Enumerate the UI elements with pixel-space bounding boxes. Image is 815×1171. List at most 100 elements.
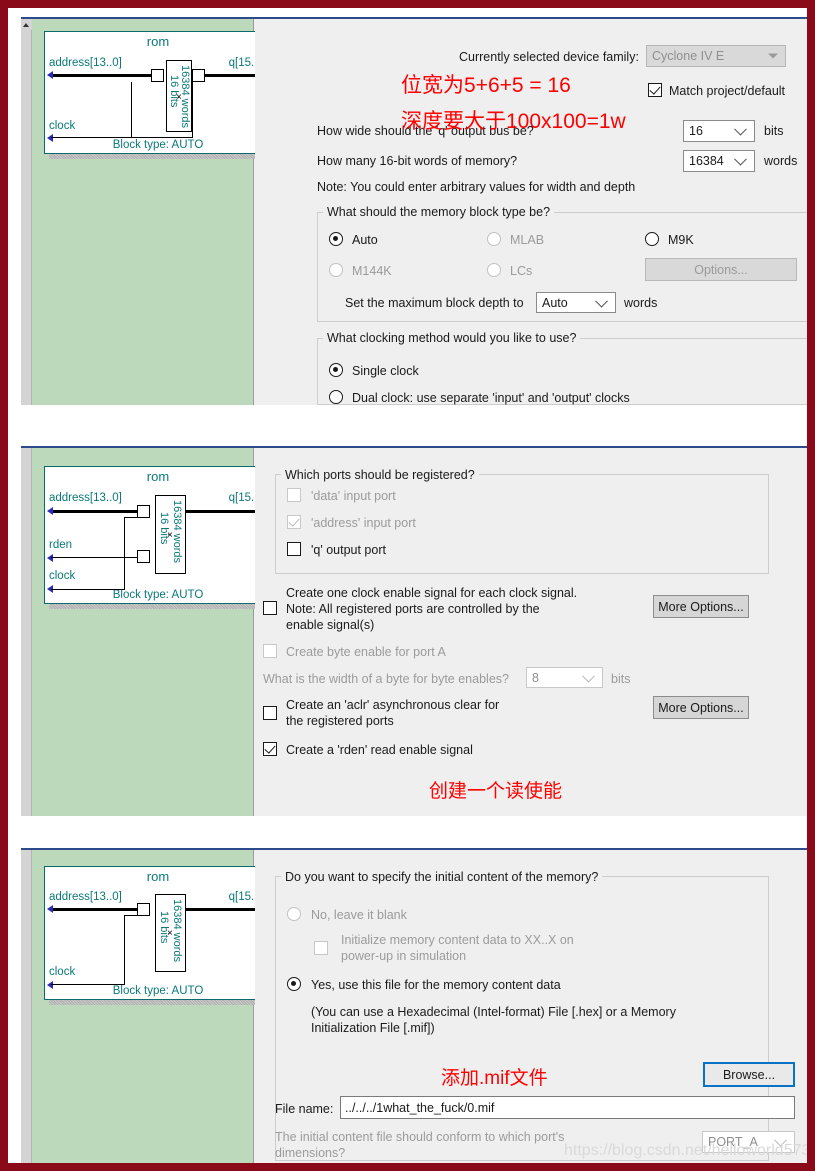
arbitrary-values-note: Note: You could enter arbitrary values f… (317, 180, 636, 194)
block-type-m144k-radio[interactable] (329, 263, 343, 277)
memory-core-box: 16 bits 16384 words × (155, 495, 186, 574)
rden-checkbox[interactable] (263, 742, 277, 756)
clock-enable-more-options-button[interactable]: More Options... (653, 595, 749, 618)
symbol-block-type: Block type: AUTO (112, 139, 204, 151)
output-width-combo[interactable]: 16 (683, 120, 755, 142)
panel1-form-area: Currently selected device family: Cyclon… (255, 19, 807, 405)
output-width-value: 16 (689, 124, 703, 138)
memory-block-type-group-title: What should the memory block type be? (323, 205, 555, 219)
aclr-line1: Create an 'aclr' asynchronous clear for (286, 698, 500, 712)
page-root: rom address[13..0] q[15..0] clock Block … (8, 8, 807, 1163)
max-block-depth-label: Set the maximum block depth to (345, 296, 524, 310)
rden-wire (51, 557, 137, 558)
panel1-scrollbar[interactable] (21, 19, 32, 405)
file-name-input[interactable]: ../../../1what_the_fuck/0.mif (340, 1096, 795, 1119)
block-type-mlab-radio[interactable] (487, 232, 501, 246)
dual-clock-label: Dual clock: use separate 'input' and 'ou… (352, 391, 630, 405)
chevron-down-icon (734, 152, 747, 166)
panel2-scrollbar[interactable] (21, 448, 32, 816)
memory-depth-value: 16384 (689, 154, 724, 168)
panel3-scrollbar[interactable] (21, 850, 32, 1163)
symbol-body: rom address[13..0] q[15..0] rden clock B… (44, 466, 272, 604)
clocking-method-group-title: What clocking method would you like to u… (323, 331, 581, 345)
scroll-up-arrow-icon[interactable] (21, 19, 32, 30)
address-port-checkbox[interactable] (287, 515, 301, 529)
aclr-more-options-button[interactable]: More Options... (653, 696, 749, 719)
panel1-preview-area: rom address[13..0] q[15..0] clock Block … (21, 19, 277, 405)
max-block-depth-value: Auto (542, 295, 568, 310)
device-family-label: Currently selected device family: (459, 50, 639, 64)
clock-wire (51, 589, 124, 590)
max-block-depth-combo[interactable]: Auto (536, 292, 616, 313)
block-type-auto-radio[interactable] (329, 232, 343, 246)
wizard-panel-page-1: rom address[13..0] q[15..0] clock Block … (21, 17, 807, 405)
symbol-title: rom (146, 469, 170, 484)
address-arrow-icon (47, 905, 53, 913)
byte-width-value: 8 (532, 670, 539, 685)
single-clock-radio[interactable] (329, 363, 343, 377)
port-label-address: address[13..0] (49, 57, 122, 69)
clock-arrow-icon (47, 134, 53, 142)
device-family-value: Cyclone IV E (652, 49, 725, 63)
memory-core-box: 16 bits 16384 words × (155, 894, 186, 972)
data-port-label: 'data' input port (311, 489, 396, 503)
dual-clock-radio[interactable] (329, 390, 343, 404)
clock-feed-vertical (124, 915, 125, 985)
address-register-mux (137, 903, 150, 916)
clock-enable-checkbox[interactable] (263, 601, 277, 615)
data-port-checkbox[interactable] (287, 488, 301, 502)
init-xx-line2: power-up in simulation (341, 949, 467, 963)
browse-button[interactable]: Browse... (703, 1062, 795, 1087)
address-arrow-icon (47, 507, 53, 515)
symbol-body: rom address[13..0] q[15..0] clock Block … (44, 866, 272, 1000)
q-bus-wire (176, 510, 267, 513)
single-clock-label: Single clock (352, 364, 419, 378)
block-type-options-button[interactable]: Options... (645, 258, 797, 281)
device-family-combo[interactable]: Cyclone IV E (646, 45, 786, 67)
chevron-down-icon (768, 53, 778, 59)
q-port-checkbox[interactable] (287, 542, 301, 556)
q-port-label: 'q' output port (311, 543, 386, 557)
block-type-lcs-label: LCs (510, 264, 533, 278)
aclr-checkbox[interactable] (263, 706, 277, 720)
core-x-marker-icon: × (167, 530, 173, 541)
symbol-block-type: Block type: AUTO (112, 985, 204, 997)
q-mux-vertical (192, 82, 193, 138)
core-x-marker-icon: × (176, 92, 182, 103)
port-label-address: address[13..0] (49, 492, 122, 504)
depth-unit-label: words (764, 154, 798, 168)
byte-width-unit: bits (611, 672, 631, 686)
byte-enable-checkbox[interactable] (263, 644, 277, 658)
aclr-line2: the registered ports (286, 714, 394, 728)
memory-core-box: 16 bits 16384 words × (166, 60, 192, 132)
file-name-label: File name: (275, 1102, 334, 1116)
panel2-form-area: Which ports should be registered? 'data'… (255, 448, 807, 816)
byte-width-combo[interactable]: 8 (526, 667, 603, 688)
address-bus-wire (51, 510, 137, 513)
blog-watermark: https://blog.csdn.net/helloworld573 (564, 1142, 807, 1159)
q-register-mux (192, 69, 205, 82)
chevron-down-icon (734, 122, 747, 136)
conform-line2: dimensions? (275, 1146, 346, 1160)
address-register-mux (137, 505, 150, 518)
match-project-label: Match project/default (669, 84, 786, 98)
init-xx-line1: Initialize memory content data to XX..X … (341, 933, 574, 947)
rden-register-mux (137, 550, 150, 563)
symbol-block-type: Block type: AUTO (112, 589, 204, 601)
memory-depth-combo[interactable]: 16384 (683, 150, 755, 172)
block-type-m9k-radio[interactable] (645, 232, 659, 246)
initial-content-group-title: Do you want to specify the initial conte… (281, 870, 603, 884)
match-project-checkbox[interactable] (648, 83, 662, 97)
clock-feed-vertical (131, 82, 132, 138)
yes-use-file-radio[interactable] (287, 977, 301, 991)
annotation-read-enable: 创建一个读使能 (429, 781, 563, 802)
block-type-lcs-radio[interactable] (487, 263, 501, 277)
file-format-hint-line2: Initialization File [.mif]) (311, 1021, 435, 1035)
no-blank-radio[interactable] (287, 907, 301, 921)
rom-symbol-3: rom address[13..0] q[15..0] clock Block … (44, 866, 277, 1005)
block-type-mlab-label: MLAB (510, 233, 545, 247)
clock-wire (51, 984, 124, 985)
symbol-title: rom (146, 869, 170, 884)
init-xx-checkbox[interactable] (314, 941, 328, 955)
yes-use-file-label: Yes, use this file for the memory conten… (311, 978, 561, 992)
